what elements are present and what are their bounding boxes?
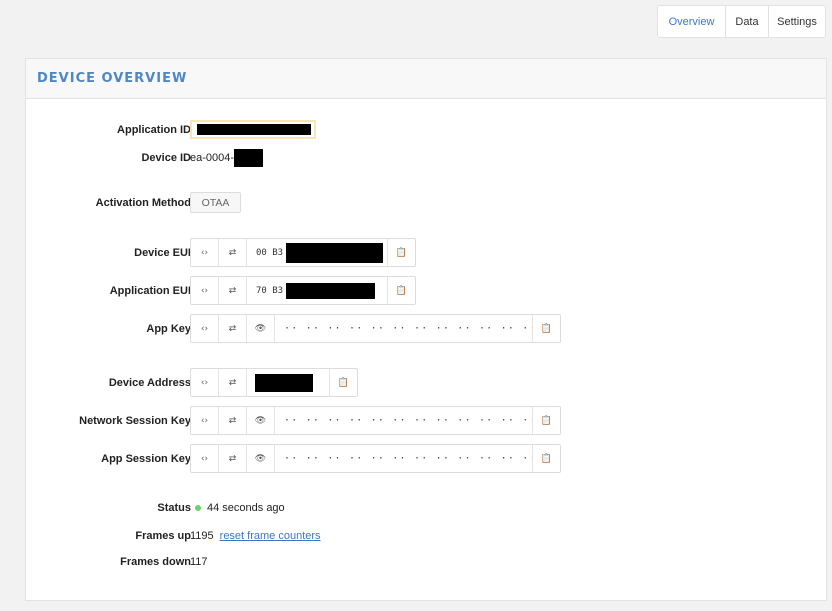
application-id-label: Application ID [117,124,191,136]
frames-up-value-row: 1195 reset frame counters [190,530,321,542]
redacted-block [234,149,264,167]
copy-icon[interactable]: 📋 [532,407,560,434]
app-key-field: ‹› ⇄ 👁 ·· ·· ·· ·· ·· ·· ·· ·· ·· ·· ·· … [190,314,561,343]
application-eui-label: Application EUI [109,285,191,297]
copy-icon[interactable]: 📋 [532,445,560,472]
eye-icon[interactable]: 👁 [247,315,275,342]
app-session-key-value[interactable]: ·· ·· ·· ·· ·· ·· ·· ·· ·· ·· ·· ·· ·· ·… [275,445,532,472]
reset-frame-counters-link[interactable]: reset frame counters [220,530,321,542]
byte-order-swap-icon[interactable]: ⇄ [219,277,247,304]
device-address-value[interactable] [247,369,329,396]
device-eui-prefix: 00 B3 [256,247,284,258]
device-id-value: ea-0004- [190,149,264,167]
device-eui-label: Device EUI [134,247,191,259]
frames-down-label: Frames down [120,556,191,568]
tab-data[interactable]: Data [725,6,768,37]
device-id-prefix: ea-0004- [190,151,235,164]
device-eui-value[interactable]: 00 B3 [247,239,387,266]
network-session-key-value[interactable]: ·· ·· ·· ·· ·· ·· ·· ·· ·· ·· ·· ·· ·· ·… [275,407,532,434]
format-toggle-icon[interactable]: ‹› [191,407,219,434]
network-session-key-field: ‹› ⇄ 👁 ·· ·· ·· ·· ·· ·· ·· ·· ·· ·· ·· … [190,406,561,435]
status-value: 44 seconds ago [195,502,285,514]
byte-order-swap-icon[interactable]: ⇄ [219,445,247,472]
application-eui-value[interactable]: 70 B3 [247,277,387,304]
frames-up-label: Frames up [135,530,191,542]
application-id-value[interactable] [190,120,316,139]
device-address-label: Device Address [108,377,191,389]
card-title: DEVICE OVERVIEW [26,59,826,99]
redacted-block [197,124,311,135]
app-session-key-field: ‹› ⇄ 👁 ·· ·· ·· ·· ·· ·· ·· ·· ·· ·· ·· … [190,444,561,473]
status-indicator [195,505,201,512]
device-eui-field: ‹› ⇄ 00 B3 📋 [190,238,416,267]
byte-order-swap-icon[interactable]: ⇄ [219,239,247,266]
app-key-label: App Key [146,323,191,335]
byte-order-swap-icon[interactable]: ⇄ [219,369,247,396]
network-session-key-label: Network Session Key [79,415,191,427]
activation-method-label: Activation Method [95,197,191,209]
app-key-value[interactable]: ·· ·· ·· ·· ·· ·· ·· ·· ·· ·· ·· ·· ·· ·… [275,315,532,342]
eye-icon[interactable]: 👁 [247,407,275,434]
frames-down-value: 117 [190,556,208,568]
format-toggle-icon[interactable]: ‹› [191,369,219,396]
activation-method-badge: OTAA [190,192,241,213]
byte-order-swap-icon[interactable]: ⇄ [219,407,247,434]
frames-up-value: 1195 [190,530,214,542]
copy-icon[interactable]: 📋 [329,369,357,396]
device-id-label: Device ID [141,152,191,164]
tab-settings[interactable]: Settings [768,6,825,37]
view-tabs: Overview Data Settings [657,5,826,38]
device-address-field: ‹› ⇄ 📋 [190,368,358,397]
byte-order-swap-icon[interactable]: ⇄ [219,315,247,342]
tab-overview[interactable]: Overview [658,6,725,37]
redacted-block [255,373,313,392]
copy-icon[interactable]: 📋 [387,277,415,304]
format-toggle-icon[interactable]: ‹› [191,239,219,266]
application-eui-prefix: 70 B3 [256,285,284,296]
redacted-block [286,282,376,299]
format-toggle-icon[interactable]: ‹› [191,315,219,342]
copy-icon[interactable]: 📋 [387,239,415,266]
application-eui-field: ‹› ⇄ 70 B3 📋 [190,276,416,305]
status-label: Status [157,502,191,514]
eye-icon[interactable]: 👁 [247,445,275,472]
format-toggle-icon[interactable]: ‹› [191,277,219,304]
app-session-key-label: App Session Key [101,453,191,465]
copy-icon[interactable]: 📋 [532,315,560,342]
last-seen-text: 44 seconds ago [207,502,285,514]
redacted-block [286,242,384,263]
format-toggle-icon[interactable]: ‹› [191,445,219,472]
